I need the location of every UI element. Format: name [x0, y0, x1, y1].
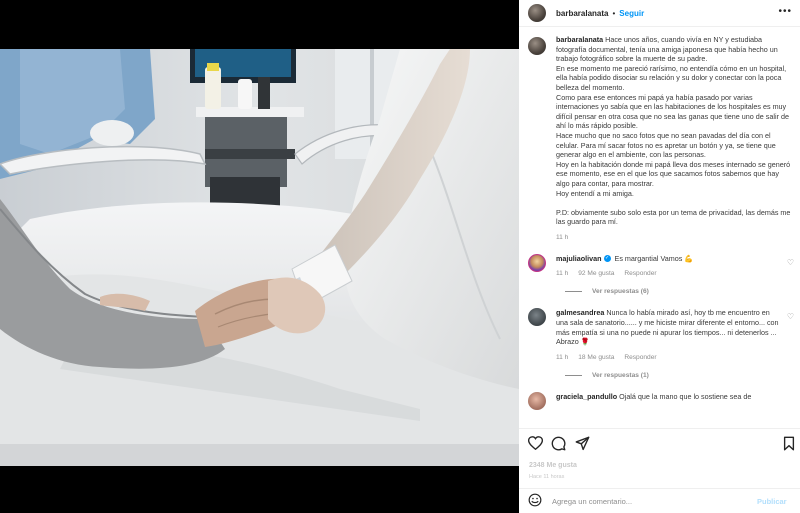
header-separator: • [612, 8, 616, 18]
caption-time[interactable]: 11 h [556, 234, 568, 241]
comment-text-line: majuliaolivan ✓ Es margantial Vamos 💪 [556, 254, 782, 264]
comment-body: majuliaolivan ✓ Es margantial Vamos 💪 11 … [556, 254, 782, 278]
author-avatar[interactable] [528, 4, 546, 22]
comment-input[interactable] [552, 496, 757, 506]
commenter-username[interactable]: galmesandrea [556, 308, 604, 317]
post-actions: 2348 Me gusta Hace 11 horas [519, 428, 800, 488]
comment-time[interactable]: 11 h [556, 354, 568, 361]
caption-para-1: barbaralanata Hace unos años, cuando viv… [556, 35, 792, 64]
comment-like-heart-icon[interactable]: ♡ [787, 258, 794, 267]
hospital-hands-photo [0, 49, 519, 466]
caption-para-3: Como para ese entonces mi papá ya había … [556, 92, 789, 131]
emoji-icon[interactable] [528, 493, 542, 509]
caption-para-7: P.D: obviamente subo solo esta por un te… [556, 207, 791, 227]
heart-icon[interactable] [527, 436, 544, 452]
add-comment-bar: Publicar [519, 488, 800, 513]
post-header: barbaralanata • Seguir ••• [519, 0, 800, 27]
comment-like-heart-icon[interactable]: ♡ [787, 312, 794, 321]
commenter-avatar[interactable] [528, 391, 546, 410]
share-icon[interactable] [575, 436, 590, 453]
caption-body: barbaralanata Hace unos años, cuando viv… [556, 35, 792, 241]
comment-item: majuliaolivan ✓ Es margantial Vamos 💪 11 … [528, 253, 794, 278]
comment-text-line: galmesandrea Nunca lo había mirado así, … [556, 308, 782, 346]
commenter-username[interactable]: graciela_pandullo [556, 392, 617, 401]
caption-para-6: Hoy entendí a mi amiga. [556, 188, 634, 198]
commenter-username[interactable]: majuliaolivan [556, 254, 602, 263]
caption-avatar[interactable] [528, 37, 546, 55]
view-replies-button[interactable]: Ver respuestas (1) [565, 372, 794, 379]
replies-divider [565, 374, 582, 376]
commenter-avatar[interactable] [528, 308, 546, 327]
reply-button[interactable]: Responder [624, 270, 656, 277]
replies-divider [565, 291, 582, 293]
caption-username[interactable]: barbaralanata [556, 35, 603, 44]
comment-likes[interactable]: 18 Me gusta [578, 354, 614, 361]
verified-badge-icon: ✓ [603, 255, 611, 263]
caption-para-4: Hace mucho que no saco fotos que no sean… [556, 130, 776, 160]
comment-meta: 11 h 18 Me gusta Responder [556, 354, 782, 361]
post-date[interactable]: Hace 11 horas [529, 474, 564, 480]
comment-likes[interactable]: 92 Me gusta [578, 270, 614, 277]
comment-body: graciela_pandullo Ojalá que la mano que … [556, 392, 782, 402]
likes-count[interactable]: 2348 Me gusta [529, 462, 577, 469]
comment-text: Es margantial Vamos 💪 [614, 253, 694, 263]
view-replies-label: Ver respuestas (1) [592, 371, 649, 379]
caption-para-2: En ese momento me pareció rarísimo, no e… [556, 63, 787, 92]
comment-icon[interactable] [551, 436, 566, 453]
comments-list[interactable]: barbaralanata Hace unos años, cuando viv… [519, 35, 800, 428]
comment-text: Ojalá que la mano que lo sostiene sea de [619, 391, 752, 401]
author-username[interactable]: barbaralanata [556, 9, 608, 18]
reply-button[interactable]: Responder [624, 354, 656, 361]
comment-body: galmesandrea Nunca lo había mirado así, … [556, 308, 782, 360]
more-options-icon[interactable]: ••• [778, 6, 792, 17]
comment-time[interactable]: 11 h [556, 270, 568, 277]
comment-item: graciela_pandullo Ojalá que la mano que … [528, 391, 794, 410]
comment-text-line: graciela_pandullo Ojalá que la mano que … [556, 392, 782, 402]
caption-para-5: Hoy en la habitación donde mi papá lleva… [556, 159, 791, 188]
view-replies-label: Ver respuestas (6) [592, 288, 649, 296]
follow-button[interactable]: Seguir [619, 9, 644, 18]
view-replies-button[interactable]: Ver respuestas (6) [565, 288, 794, 295]
comment-item: galmesandrea Nunca lo había mirado así, … [528, 308, 794, 361]
bookmark-icon[interactable] [783, 436, 795, 453]
post-side-panel: barbaralanata • Seguir ••• barbaralanata… [519, 0, 800, 513]
commenter-avatar[interactable] [528, 253, 546, 272]
caption: barbaralanata Hace unos años, cuando viv… [528, 35, 794, 241]
post-photo[interactable] [0, 49, 519, 466]
comment-meta: 11 h 92 Me gusta Responder [556, 270, 782, 277]
publish-button[interactable]: Publicar [757, 497, 787, 506]
caption-meta: 11 h [556, 234, 792, 241]
